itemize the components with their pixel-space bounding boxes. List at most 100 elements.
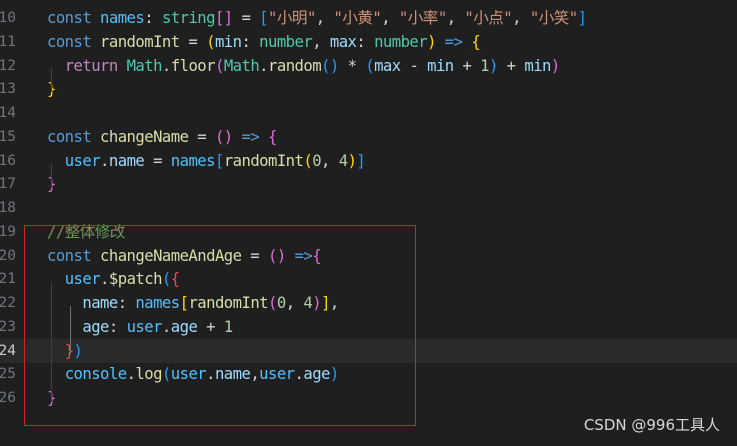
code-token: {: [471, 32, 481, 51]
code-line[interactable]: 10 const names: string[] = ["小明", "小黄", "…: [0, 6, 737, 30]
code-token: (: [214, 56, 224, 75]
indent-guide: [51, 68, 52, 92]
code-line[interactable]: 14: [0, 101, 737, 125]
code-token: string: [161, 9, 216, 27]
code-token: ,: [321, 151, 339, 170]
line-number: 11: [0, 33, 16, 50]
code-token: *: [338, 56, 366, 75]
code-token: number: [374, 32, 428, 51]
code-token: .: [259, 56, 269, 75]
code-token: "小率": [398, 9, 447, 27]
code-token: =>: [444, 32, 463, 51]
code-text: user.name = names[randomInt(0, 4)]: [47, 149, 366, 173]
code-token: (: [365, 56, 375, 75]
code-token: ]: [577, 9, 587, 27]
code-token: const: [47, 9, 92, 27]
code-token: const: [47, 32, 92, 51]
code-token: =: [179, 32, 207, 51]
code-token: =>: [241, 127, 260, 146]
line-number: 20: [0, 247, 16, 264]
code-token: [: [214, 151, 224, 170]
code-token: const: [47, 127, 92, 146]
code-token: changeName: [100, 127, 189, 146]
line-number: 25: [0, 366, 16, 383]
code-token: name: [108, 151, 145, 170]
code-token: ,: [381, 9, 399, 27]
code-token: .: [100, 151, 109, 170]
line-number: 23: [0, 318, 16, 335]
code-token: Math: [223, 56, 260, 75]
code-token: +: [497, 56, 525, 75]
code-token: ): [427, 32, 436, 51]
code-token: ,: [446, 9, 465, 27]
code-token: Math: [126, 56, 163, 75]
code-token: :: [144, 9, 162, 27]
code-token: max: [329, 32, 357, 51]
line-number: 12: [0, 57, 16, 74]
line-number: 24: [0, 342, 16, 359]
code-text: const randomInt = (min: number, max: num…: [47, 30, 481, 54]
code-token: .: [161, 56, 171, 75]
code-editor[interactable]: 10 const names: string[] = ["小明", "小黄", "…: [0, 0, 737, 446]
code-token: =: [144, 151, 171, 170]
code-token: 1: [480, 56, 489, 75]
code-token: {: [268, 127, 277, 146]
code-text: const names: string[] = ["小明", "小黄", "小率…: [47, 6, 587, 30]
line-number: 16: [0, 152, 16, 169]
code-token: ]: [356, 151, 366, 170]
code-token: "小点": [464, 9, 513, 27]
line-number: 19: [0, 223, 16, 240]
code-token: (): [321, 56, 339, 75]
code-line[interactable]: 15 const changeName = () => {: [0, 125, 737, 149]
code-token: ,: [512, 9, 530, 27]
code-token: max: [374, 56, 401, 75]
code-token: randomInt: [100, 32, 180, 51]
highlight-box: [24, 225, 416, 426]
code-token: randomInt: [223, 151, 304, 170]
line-number: 15: [0, 128, 16, 145]
code-line[interactable]: 18: [0, 196, 737, 220]
code-token: number: [259, 32, 313, 51]
code-token: floor: [170, 56, 216, 75]
code-text: return Math.floor(Math.random() * (max -…: [47, 54, 561, 78]
line-number: 17: [0, 176, 16, 193]
code-line[interactable]: 11 const randomInt = (min: number, max: n…: [0, 30, 737, 54]
code-token: names: [170, 151, 216, 170]
code-token: :: [241, 32, 260, 51]
code-token: "小黄": [333, 9, 382, 27]
code-token: min: [427, 56, 454, 75]
code-token: (: [303, 151, 313, 170]
watermark: CSDN @996工具人: [583, 416, 720, 434]
code-token: 4: [338, 151, 348, 170]
line-number: 22: [0, 295, 16, 311]
code-token: ,: [315, 9, 334, 27]
code-line[interactable]: 12 return Math.floor(Math.random() * (ma…: [0, 54, 737, 78]
code-token: =: [232, 9, 260, 27]
code-token: :: [356, 32, 375, 51]
line-number: 18: [0, 200, 16, 216]
code-token: min: [214, 32, 242, 51]
code-token: names: [100, 9, 145, 27]
line-number: 26: [0, 390, 16, 406]
code-line[interactable]: 17}: [0, 172, 737, 196]
code-token: user: [64, 151, 101, 170]
code-token: random: [268, 56, 322, 75]
code-token: []: [214, 9, 233, 27]
code-token: [: [259, 9, 269, 27]
code-token: (): [214, 127, 233, 146]
code-line[interactable]: 16 user.name = names[randomInt(0, 4)]: [0, 149, 737, 173]
code-token: +: [453, 56, 481, 75]
code-token: ): [489, 56, 498, 75]
code-line[interactable]: 13}: [0, 77, 737, 101]
line-number: 21: [0, 271, 16, 288]
code-token: ,: [312, 32, 330, 51]
line-number: 13: [0, 81, 16, 98]
